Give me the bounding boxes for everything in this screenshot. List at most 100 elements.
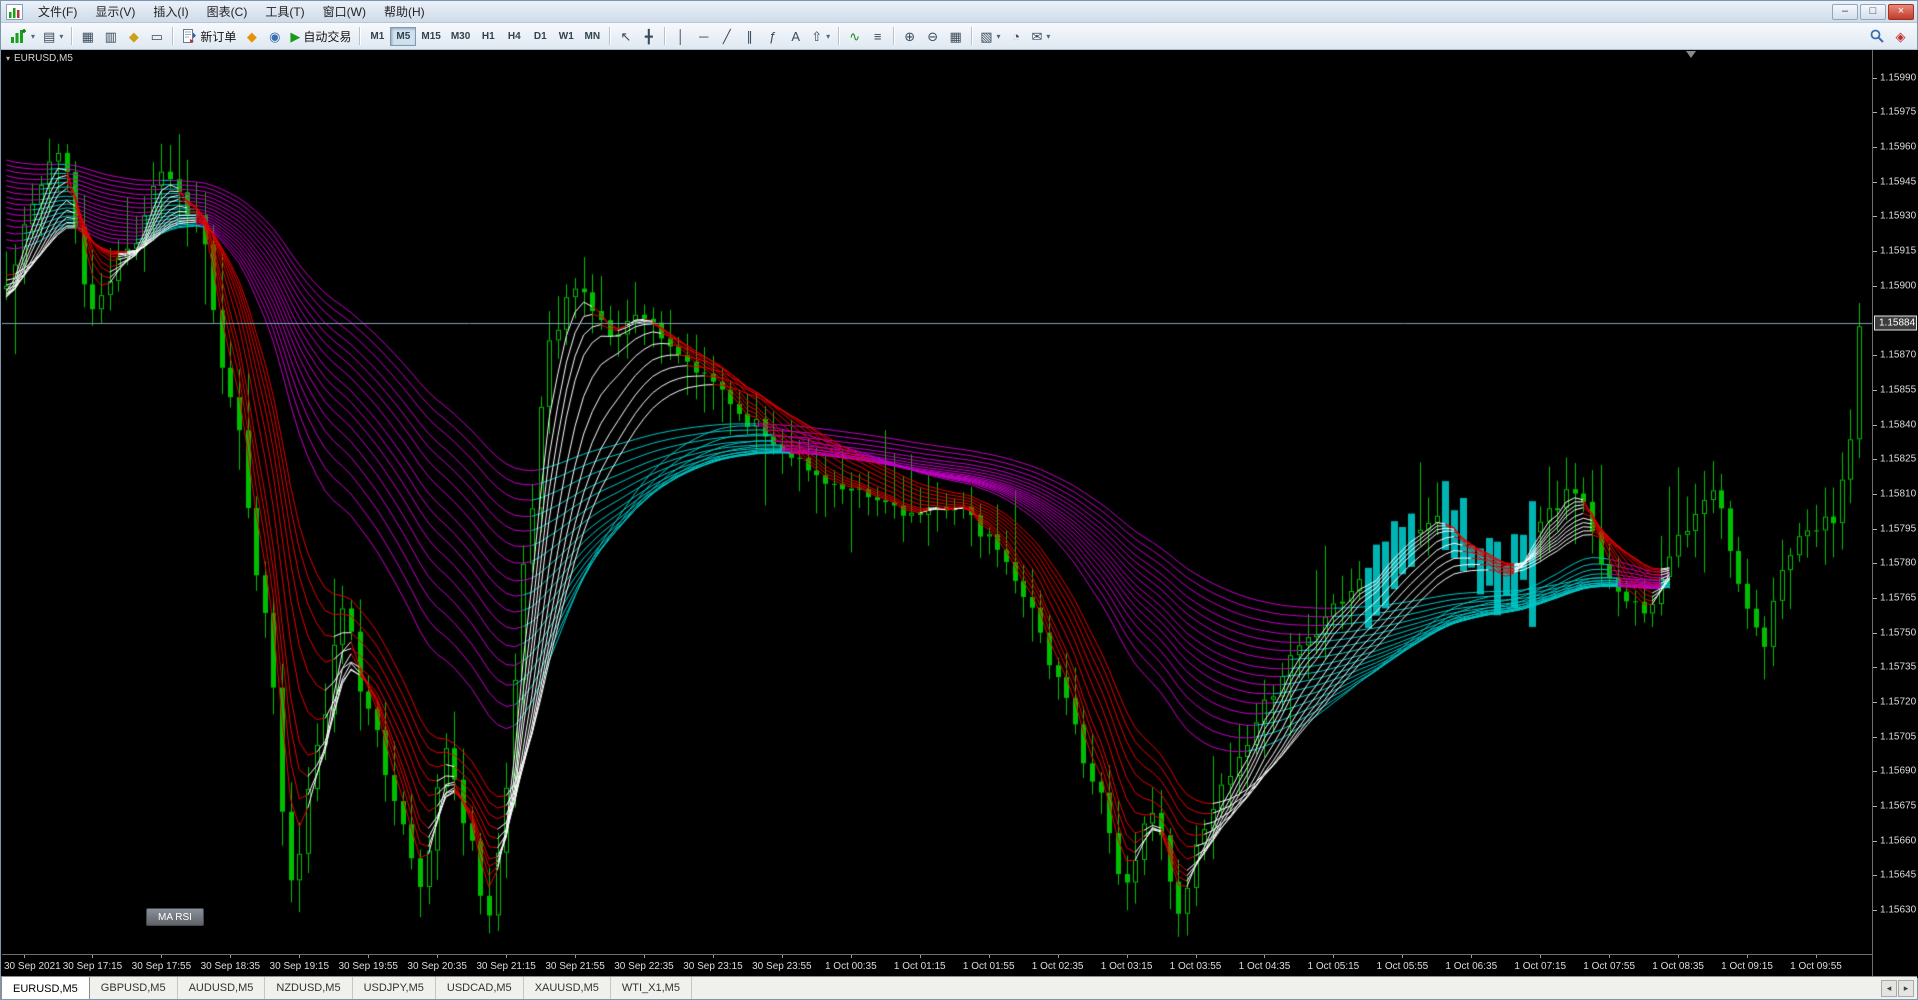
symbol-tab[interactable]: USDJPY,M5 (353, 977, 436, 999)
new-chart-button[interactable]: ▾ (6, 25, 39, 47)
symbol-tab[interactable]: EURUSD,M5 (1, 976, 90, 999)
price-axis-tick (1873, 771, 1877, 773)
chart-canvas[interactable] (2, 50, 1872, 954)
terminal-button[interactable]: ▭ (145, 25, 168, 47)
fibonacci-button[interactable]: ƒ (761, 25, 784, 47)
minimize-button[interactable]: – (1832, 3, 1858, 20)
symbol-tab[interactable]: AUDUSD,M5 (178, 977, 266, 999)
vertical-line-button[interactable]: │ (669, 25, 692, 47)
price-axis-label: 1.15690 (1880, 765, 1917, 777)
chart-symbol-label: ▾ EURUSD,M5 (6, 53, 73, 64)
timeframe-button-m30[interactable]: M30 (446, 27, 475, 46)
options-button[interactable]: ◉ (263, 25, 286, 47)
time-axis-label: 30 Sep 17:55 (131, 961, 192, 972)
menu-item[interactable]: 显示(V) (86, 0, 144, 23)
price-axis-tick (1873, 528, 1877, 530)
symbol-tab[interactable]: NZDUSD,M5 (265, 977, 353, 999)
timeframe-button-m5[interactable]: M5 (390, 26, 417, 46)
menu-item[interactable]: 插入(I) (144, 0, 197, 23)
time-axis-tick (230, 955, 231, 958)
zoom-out-button[interactable]: ⊖ (921, 25, 944, 47)
price-axis-tick (1873, 493, 1877, 495)
price-axis-tick (1873, 251, 1877, 253)
symbol-tab[interactable]: GBPUSD,M5 (90, 977, 178, 999)
restore-button[interactable]: □ (1860, 3, 1886, 20)
timeframe-button-h1[interactable]: H1 (475, 27, 501, 46)
price-axis-tick (1873, 632, 1877, 634)
new-order-icon (181, 28, 197, 44)
timeframe-button-w1[interactable]: W1 (553, 27, 579, 46)
time-axis-label: 1 Oct 05:15 (1307, 961, 1360, 972)
indicators-button[interactable]: ∿ (843, 25, 866, 47)
community-icon: ◈ (1895, 28, 1906, 44)
time-axis-tick (920, 955, 921, 958)
search-button[interactable] (1865, 25, 1889, 47)
menu-item[interactable]: 文件(F) (29, 0, 86, 23)
arrows-button[interactable]: ⇧ ▾ (807, 25, 834, 47)
symbol-tab[interactable]: WTI_X1,M5 (611, 977, 692, 999)
data-window-button[interactable]: ▥ (99, 25, 122, 47)
autotrading-icon: ▶ (290, 28, 301, 44)
crosshair-button[interactable]: ╋ (637, 25, 660, 47)
trendline-icon: ╱ (722, 28, 731, 44)
tab-scroll-right-button[interactable]: ▸ (1898, 979, 1914, 997)
metaeditor-button[interactable]: ◆ (240, 25, 263, 47)
timeframe-button-h4[interactable]: H4 (501, 27, 527, 46)
period-clock-button[interactable]: ◔ (1005, 25, 1028, 47)
price-axis-tick (1873, 667, 1877, 669)
menu-item[interactable]: 窗口(W) (314, 0, 375, 23)
one-click-trading-arrow[interactable]: ▾ (6, 54, 10, 63)
horizontal-line-button[interactable]: ─ (692, 25, 715, 47)
arrows-icon: ⇧ (811, 28, 823, 44)
time-axis-tick (299, 955, 300, 958)
autotrading-button[interactable]: ▶ 自动交易 (286, 25, 355, 47)
cursor-button[interactable]: ↖ (614, 25, 637, 47)
tab-scroll-left-button[interactable]: ◂ (1881, 979, 1897, 997)
indicator-list-button[interactable]: ≡ (866, 25, 889, 47)
timeframe-button-m15[interactable]: M15 (416, 27, 445, 46)
time-axis-tick (24, 955, 25, 958)
menu-item[interactable]: 帮助(H) (375, 0, 434, 23)
price-axis-label: 1.15930 (1880, 210, 1917, 222)
price-axis-label: 1.15765 (1880, 592, 1917, 604)
timeframe-button-mn[interactable]: MN (579, 27, 605, 46)
chart-window: ▾ EURUSD,M5 MA RSI 1.15884 1.15990 1.1597… (1, 50, 1918, 978)
indicators-icon: ∿ (849, 28, 861, 44)
trendline-button[interactable]: ╱ (715, 25, 738, 47)
chart-shift-marker[interactable] (1686, 51, 1696, 58)
equidistant-channel-button[interactable]: ∥ (738, 25, 761, 47)
menu-item[interactable]: 图表(C) (198, 0, 257, 23)
tile-windows-button[interactable]: ▦ (944, 25, 967, 47)
chart-plot[interactable]: ▾ EURUSD,M5 MA RSI (2, 50, 1872, 954)
new-order-button[interactable]: 新订单 (177, 25, 240, 47)
menu-item[interactable]: 工具(T) (256, 0, 313, 23)
navigator-button[interactable]: ◆ (122, 25, 145, 47)
time-axis-label: 30 Sep 22:35 (614, 961, 674, 972)
price-axis-label: 1.15705 (1880, 731, 1917, 743)
time-axis-label: 30 Sep 2021 (4, 961, 61, 972)
time-axis-tick (92, 955, 93, 958)
time-axis-label: 30 Sep 21:55 (545, 961, 605, 972)
templates-button[interactable]: ▧ ▾ (976, 25, 1004, 47)
profiles-button[interactable]: ▤ ▾ (39, 25, 67, 47)
community-button[interactable]: ◈ (1889, 25, 1912, 47)
ma-rsi-button[interactable]: MA RSI (146, 908, 204, 926)
toolbar-separator (609, 27, 611, 45)
symbol-tab[interactable]: XAUUSD,M5 (524, 977, 611, 999)
symbol-tab[interactable]: USDCAD,M5 (436, 977, 524, 999)
time-axis-tick (782, 955, 783, 958)
market-watch-button[interactable]: ▦ (76, 25, 99, 47)
zoom-in-button[interactable]: ⊕ (898, 25, 921, 47)
crosshair-icon: ╋ (644, 28, 653, 44)
text-button[interactable]: A (784, 25, 807, 47)
profiles-icon: ▤ (43, 28, 56, 44)
time-axis-label: 30 Sep 18:35 (200, 961, 261, 972)
tile-windows-icon: ▦ (949, 28, 962, 44)
timeframe-button-d1[interactable]: D1 (527, 27, 553, 46)
price-axis[interactable]: 1.15884 1.15990 1.15975 1.15960 1.15945 1.15… (1872, 50, 1918, 978)
close-button[interactable]: × (1888, 3, 1914, 20)
mail-button[interactable]: ✉ ▾ (1028, 25, 1055, 47)
symbol-tab-bar: EURUSD,M5 GBPUSD,M5 AUDUSD,M5 NZDUSD,M5 USDJ… (1, 976, 1917, 999)
timeframe-button-m1[interactable]: M1 (364, 27, 390, 46)
time-axis[interactable]: 30 Sep 2021 30 Sep 17:15 30 Sep 17:55 30 Se… (2, 954, 1872, 978)
